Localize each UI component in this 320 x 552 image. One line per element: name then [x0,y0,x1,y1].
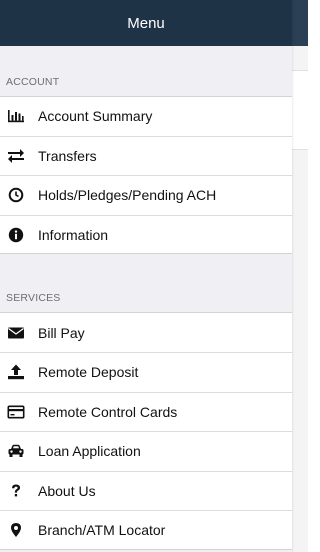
menu-item-label: Transfers [38,147,97,164]
menu-item-label: Holds/Pledges/Pending ACH [38,187,217,204]
menu-title: Menu [127,14,165,32]
credit-card-icon [6,402,26,422]
menu-item-label: Branch/ATM Locator [38,522,166,539]
menu-item-label: Bill Pay [38,324,85,341]
menu-item-label: Remote Deposit [38,364,139,381]
menu-item-remote-deposit[interactable]: Remote Deposit [0,351,292,392]
side-menu-drawer: Menu ACCOUNT Account Summary Transfers H… [0,0,292,552]
menu-item-label: About Us [38,483,96,500]
menu-item-label: Information [38,226,109,243]
menu-item-loan-application[interactable]: Loan Application [0,431,292,471]
upload-icon [6,362,26,382]
section-label-account: ACCOUNT [0,46,292,96]
services-menu-list: Bill Pay Remote Deposit Remote Control C… [0,312,292,550]
question-icon [6,481,26,501]
menu-item-information[interactable]: Information [0,214,292,255]
menu-item-label: Loan Application [38,443,141,460]
bar-chart-icon [6,106,26,126]
menu-item-bill-pay[interactable]: Bill Pay [0,312,292,352]
section-label-services: SERVICES [0,254,292,313]
menu-item-branch-atm-locator[interactable]: Branch/ATM Locator [0,510,292,550]
menu-header: Menu [0,0,292,46]
menu-item-label: Remote Control Cards [38,403,178,420]
menu-item-transfers[interactable]: Transfers [0,135,292,176]
menu-item-remote-control-cards[interactable]: Remote Control Cards [0,391,292,432]
menu-item-about-us[interactable]: About Us [0,470,292,511]
menu-item-account-summary[interactable]: Account Summary [0,96,292,136]
underlying-page-card [292,70,308,150]
transfer-arrows-icon [6,146,26,166]
account-menu-list: Account Summary Transfers Holds/Pledges/… [0,96,292,255]
menu-item-label: Account Summary [38,108,153,125]
map-pin-icon [6,520,26,540]
clock-icon [6,185,26,205]
menu-item-holds-pledges[interactable]: Holds/Pledges/Pending ACH [0,175,292,215]
info-icon [6,225,26,245]
envelope-icon [6,323,26,343]
car-icon [6,441,26,461]
